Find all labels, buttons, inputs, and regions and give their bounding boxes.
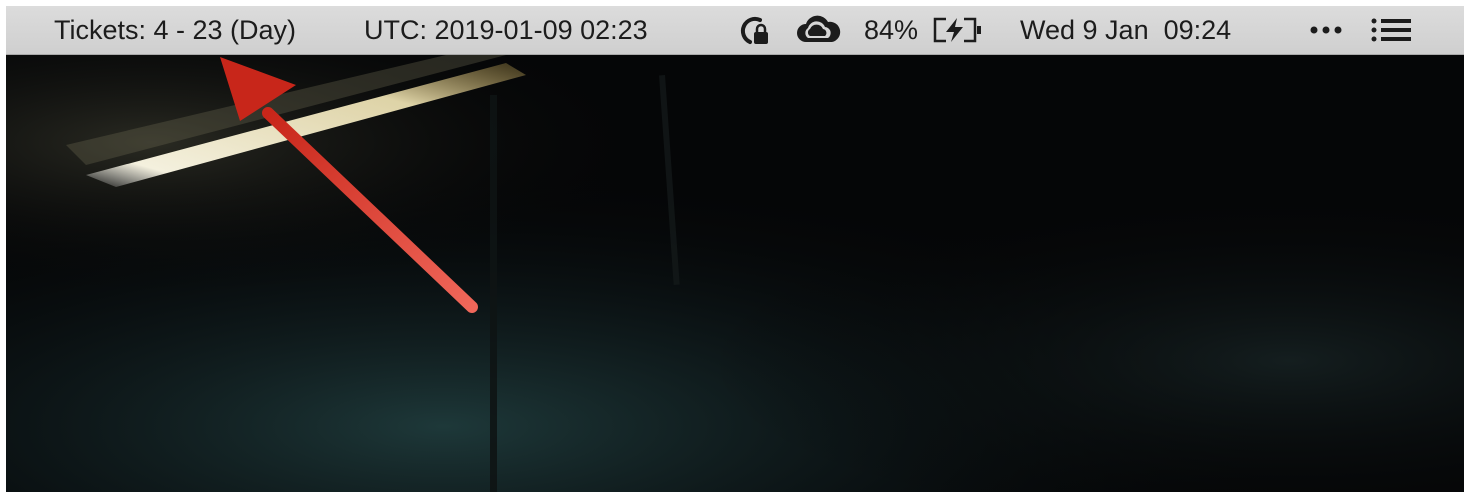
cloud-icon[interactable] [794, 6, 842, 54]
battery-percent-label: 84% [864, 14, 919, 45]
wallpaper-image [6, 55, 1464, 492]
list-icon[interactable] [1368, 6, 1416, 54]
desktop-wallpaper [6, 55, 1464, 492]
date-time-item[interactable]: Wed 9 Jan 09:24 [1020, 6, 1231, 54]
utc-label: UTC: 2019-01-09 02:23 [364, 14, 648, 45]
tickets-label: Tickets: 4 - 23 (Day) [54, 14, 297, 45]
battery-percent[interactable]: 84% [864, 6, 918, 54]
date-time-label: Wed 9 Jan 09:24 [1020, 14, 1232, 45]
utc-clock-item[interactable]: UTC: 2019-01-09 02:23 [364, 6, 648, 54]
screenshot-frame: Tickets: 4 - 23 (Day) UTC: 2019-01-09 02… [6, 6, 1464, 492]
battery-charging-icon[interactable] [930, 6, 986, 54]
menu-bar: Tickets: 4 - 23 (Day) UTC: 2019-01-09 02… [6, 6, 1464, 55]
sync-lock-icon[interactable] [734, 6, 776, 54]
tickets-status-item[interactable]: Tickets: 4 - 23 (Day) [54, 6, 296, 54]
more-dots-icon[interactable] [1308, 6, 1348, 54]
